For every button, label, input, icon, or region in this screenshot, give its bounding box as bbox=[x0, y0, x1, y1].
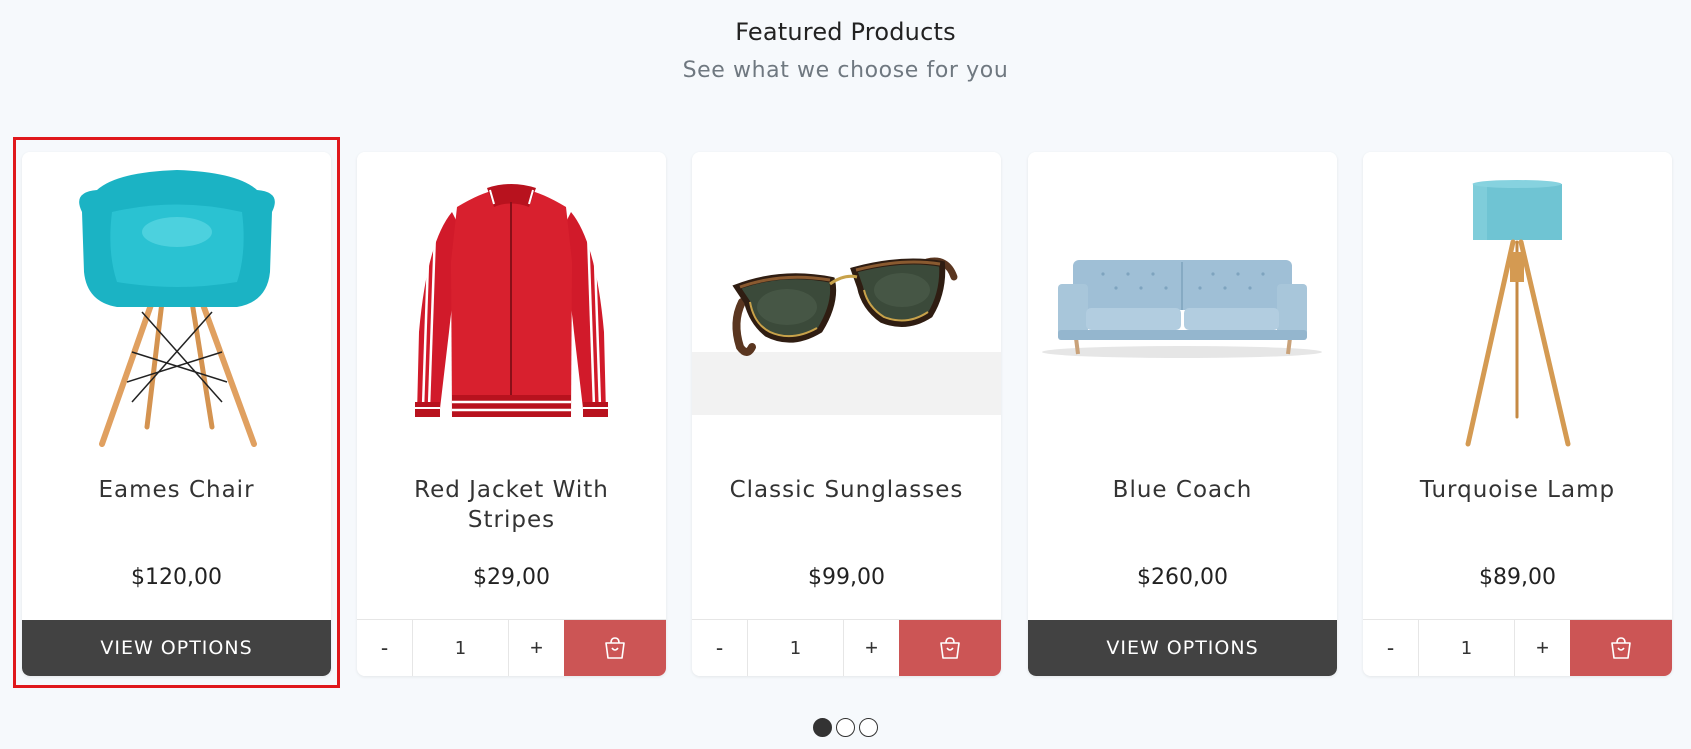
add-to-cart-button[interactable] bbox=[899, 620, 1001, 676]
add-to-cart-button[interactable] bbox=[564, 620, 666, 676]
quantity-decrease-button[interactable]: - bbox=[692, 620, 748, 676]
product-image-eames-chair[interactable] bbox=[22, 152, 331, 452]
product-card-red-jacket[interactable]: Red Jacket With Stripes $29,00 - 1 + bbox=[357, 152, 666, 676]
product-price: $99,00 bbox=[808, 565, 885, 590]
section-subtitle: See what we choose for you bbox=[682, 58, 1009, 83]
product-image-red-jacket[interactable] bbox=[357, 152, 666, 452]
add-to-cart-button[interactable] bbox=[1570, 620, 1672, 676]
view-options-button[interactable]: VIEW OPTIONS bbox=[22, 620, 331, 676]
product-price: $29,00 bbox=[473, 565, 550, 590]
sunglasses-image bbox=[692, 152, 1001, 415]
quantity-stepper: - 1 + bbox=[1363, 619, 1672, 676]
section-header: Featured Products See what we choose for… bbox=[0, 18, 1691, 83]
quantity-decrease-button[interactable]: - bbox=[1363, 620, 1419, 676]
lamp-image bbox=[1363, 152, 1672, 452]
product-name[interactable]: Red Jacket With Stripes bbox=[377, 475, 646, 535]
product-price: $120,00 bbox=[131, 565, 222, 590]
quantity-decrease-button[interactable]: - bbox=[357, 620, 413, 676]
quantity-input[interactable]: 1 bbox=[1419, 620, 1514, 676]
shopping-bag-icon bbox=[1611, 637, 1631, 659]
product-card-eames-chair[interactable]: Eames Chair $120,00 VIEW OPTIONS bbox=[22, 152, 331, 676]
product-card-turquoise-lamp[interactable]: Turquoise Lamp $89,00 - 1 + bbox=[1363, 152, 1672, 676]
product-price: $89,00 bbox=[1479, 565, 1556, 590]
product-name[interactable]: Turquoise Lamp bbox=[1383, 475, 1652, 505]
carousel-pagination bbox=[0, 718, 1691, 737]
product-image-turquoise-lamp[interactable] bbox=[1363, 152, 1672, 452]
product-price: $260,00 bbox=[1137, 565, 1228, 590]
view-options-button[interactable]: VIEW OPTIONS bbox=[1028, 620, 1337, 676]
jacket-image bbox=[357, 152, 666, 452]
product-image-blue-coach[interactable] bbox=[1028, 152, 1337, 452]
shopping-bag-icon bbox=[605, 637, 625, 659]
quantity-increase-button[interactable]: + bbox=[508, 620, 564, 676]
product-image-classic-sunglasses[interactable] bbox=[692, 152, 1001, 452]
product-name[interactable]: Blue Coach bbox=[1048, 475, 1317, 505]
sofa-image bbox=[1028, 152, 1337, 452]
quantity-input[interactable]: 1 bbox=[413, 620, 508, 676]
quantity-increase-button[interactable]: + bbox=[843, 620, 899, 676]
carousel-dot-1[interactable] bbox=[813, 718, 832, 737]
section-title: Featured Products bbox=[735, 18, 956, 46]
quantity-input[interactable]: 1 bbox=[748, 620, 843, 676]
shopping-bag-icon bbox=[940, 637, 960, 659]
quantity-stepper: - 1 + bbox=[692, 619, 1001, 676]
product-name[interactable]: Eames Chair bbox=[42, 475, 311, 505]
carousel-dot-2[interactable] bbox=[836, 718, 855, 737]
carousel-dot-3[interactable] bbox=[859, 718, 878, 737]
quantity-increase-button[interactable]: + bbox=[1514, 620, 1570, 676]
quantity-stepper: - 1 + bbox=[357, 619, 666, 676]
product-name[interactable]: Classic Sunglasses bbox=[712, 475, 981, 505]
product-card-blue-coach[interactable]: Blue Coach $260,00 VIEW OPTIONS bbox=[1028, 152, 1337, 676]
chair-image bbox=[22, 152, 331, 452]
product-card-classic-sunglasses[interactable]: Classic Sunglasses $99,00 - 1 + bbox=[692, 152, 1001, 676]
